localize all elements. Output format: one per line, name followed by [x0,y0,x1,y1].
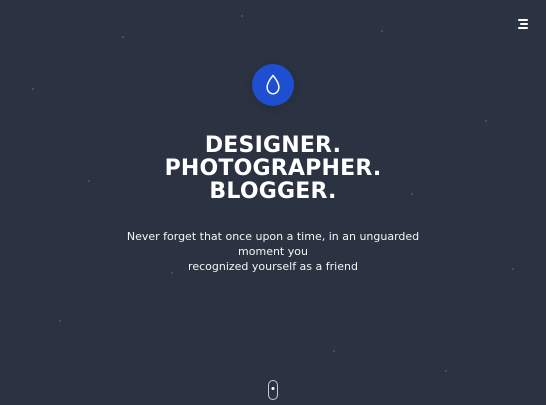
background-star [445,370,447,372]
scroll-down-button[interactable] [268,380,278,400]
hamburger-icon [518,27,528,29]
tagline-line-2: recognized yourself as a friend [188,260,358,273]
menu-button[interactable] [516,18,528,30]
background-star [333,350,335,352]
hamburger-icon [518,19,528,21]
headline-line-1: DESIGNER. PHOTOGRAPHER. [164,133,382,181]
headline-line-2: BLOGGER. [209,179,337,204]
tagline-line-1: Never forget that once upon a time, in a… [126,230,420,258]
hamburger-icon [520,23,528,25]
headline: DESIGNER. PHOTOGRAPHER. BLOGGER. [93,134,453,203]
mouse-scroll-icon [271,387,275,390]
background-star [59,320,61,322]
tagline: Never forget that once upon a time, in a… [103,229,443,274]
hero-section: DESIGNER. PHOTOGRAPHER. BLOGGER. Never f… [0,64,546,274]
background-star [122,36,124,38]
background-star [241,15,243,17]
logo-badge [252,64,294,106]
background-star [381,30,383,32]
water-drop-icon [266,74,280,95]
